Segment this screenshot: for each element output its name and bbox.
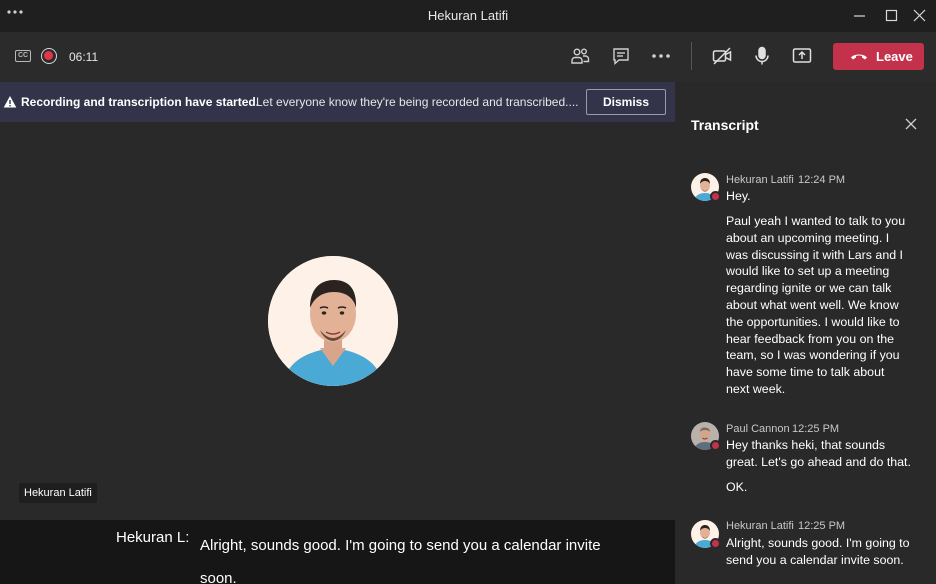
transcript-timestamp: 12:24 PM: [798, 174, 846, 186]
toolbar-divider: [691, 42, 692, 70]
window-title: Hekuran Latifi: [427, 8, 509, 23]
hang-up-icon: [851, 54, 867, 60]
transcript-message: Paul yeah I wanted to talk to you about …: [726, 214, 906, 396]
participant-name-tag: Hekuran Latifi: [19, 483, 97, 503]
transcript-message: Hey thanks heki, that sounds great. Let'…: [726, 438, 911, 469]
participant-avatar: [268, 256, 398, 386]
transcript-message: Alright, sounds good. I'm going to send …: [726, 536, 910, 567]
maximize-icon[interactable]: [882, 6, 902, 26]
close-transcript-icon[interactable]: [904, 117, 918, 131]
microphone-icon[interactable]: [751, 45, 773, 67]
title-bar: Hekuran Latifi: [0, 0, 936, 32]
window-close-icon[interactable]: [910, 6, 930, 26]
caption-speaker: Hekuran L:: [116, 529, 190, 546]
camera-off-icon[interactable]: [711, 45, 733, 67]
dismiss-button[interactable]: Dismiss: [586, 89, 666, 115]
meeting-timer: 06:11: [69, 50, 99, 64]
recording-indicator-icon: [41, 48, 57, 64]
transcript-message: Hey.: [726, 189, 751, 203]
more-actions-icon[interactable]: [650, 45, 672, 67]
transcript-message: OK.: [726, 480, 748, 494]
caption-text: Alright, sounds good. I'm going to send …: [200, 537, 601, 584]
participants-icon[interactable]: [569, 45, 591, 67]
transcript-timestamp: 12:25 PM: [798, 520, 846, 532]
share-screen-icon[interactable]: [791, 45, 813, 67]
transcript-speaker-name: Paul Cannon: [726, 423, 790, 435]
avatar: [691, 173, 721, 202]
avatar: [691, 520, 721, 549]
transcript-speaker-name: Hekuran Latifi: [726, 174, 794, 186]
transcript-timestamp: 12:25 PM: [792, 423, 840, 435]
banner-message: Let everyone know they're being recorded…: [256, 95, 579, 109]
avatar: [691, 422, 721, 451]
warning-icon: [3, 96, 17, 108]
recording-status-badge: [710, 538, 721, 549]
transcript-speaker-name: Hekuran Latifi: [726, 520, 794, 532]
recording-status-badge: [710, 440, 721, 451]
closed-captions-icon[interactable]: CC: [15, 50, 31, 62]
transcript-title: Transcript: [691, 117, 759, 133]
banner-heading: Recording and transcription have started…: [21, 95, 260, 109]
chat-icon[interactable]: [610, 45, 632, 67]
leave-button[interactable]: Leave: [833, 43, 924, 70]
leave-label: Leave: [876, 49, 913, 64]
minimize-icon[interactable]: [850, 6, 870, 26]
recording-status-badge: [710, 191, 721, 202]
